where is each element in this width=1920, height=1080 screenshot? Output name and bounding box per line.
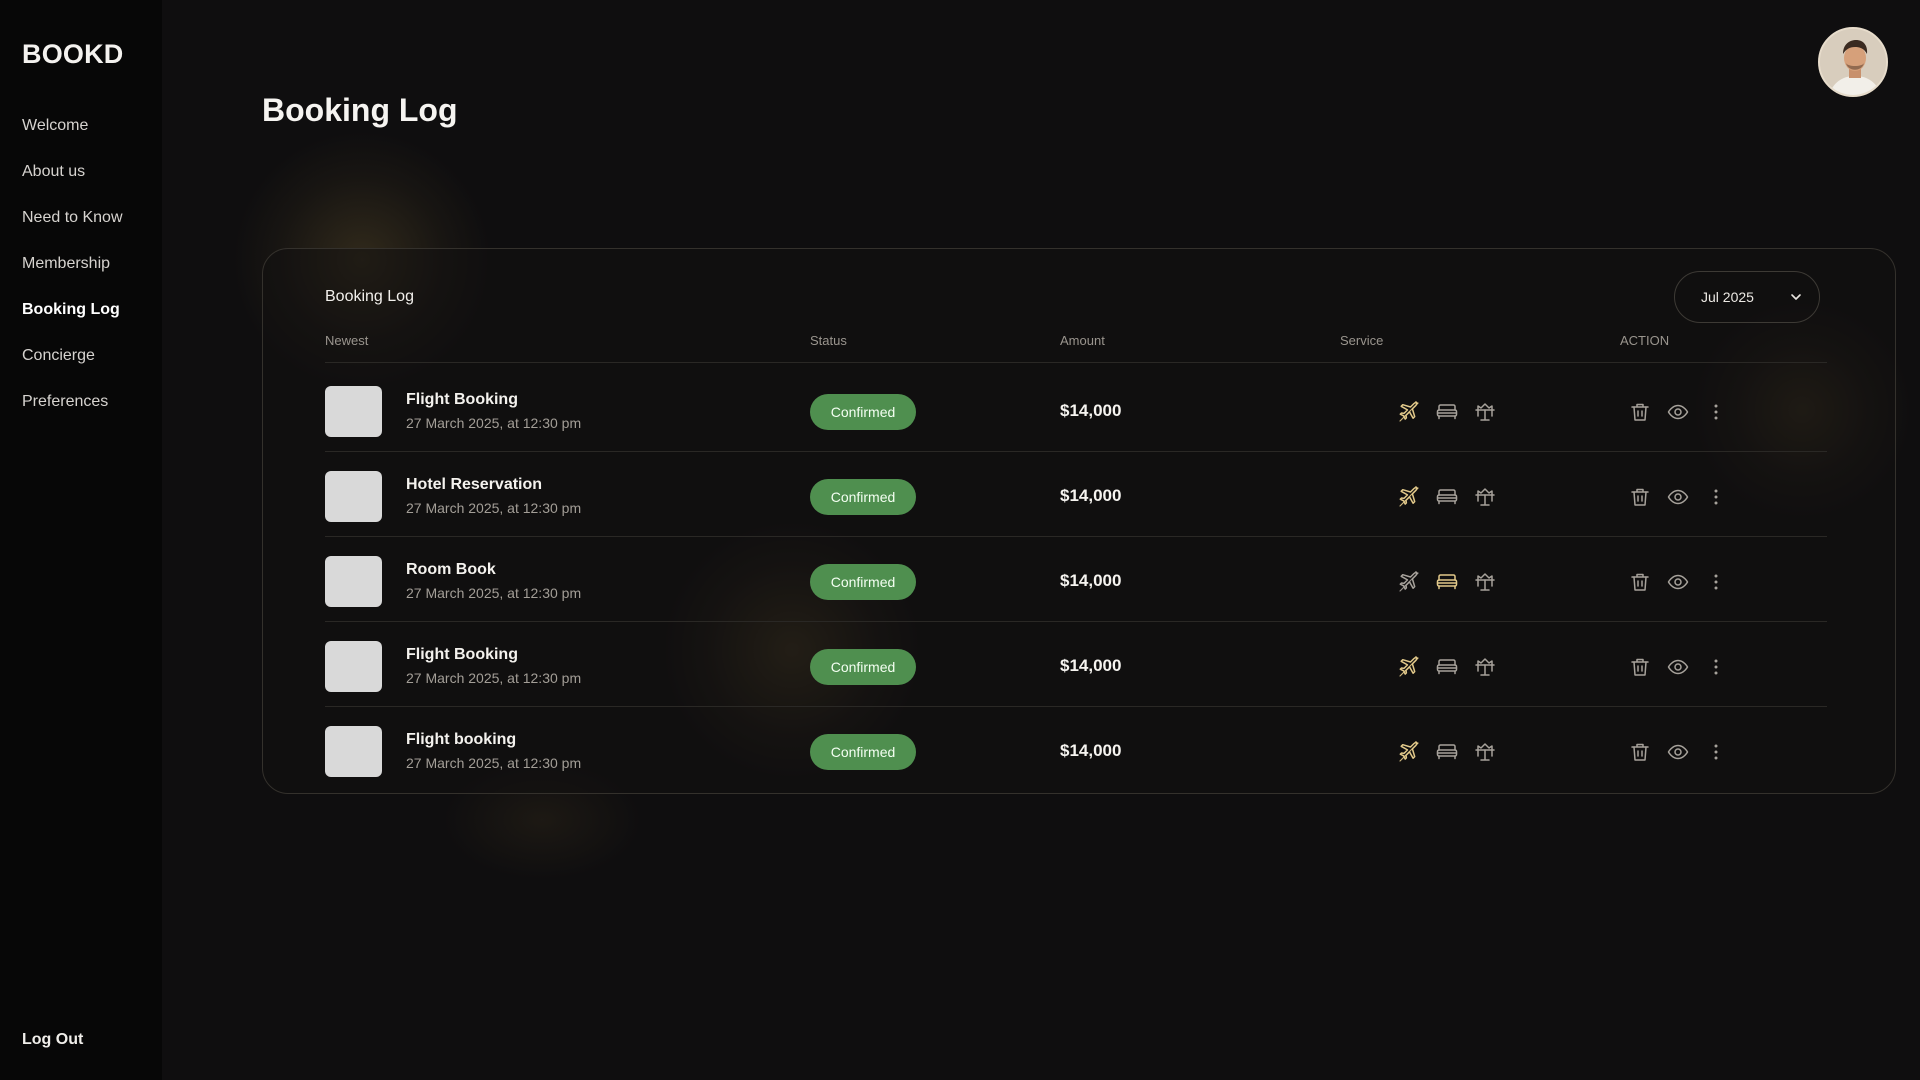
concierge-icon[interactable] — [1473, 570, 1497, 594]
eye-icon[interactable] — [1666, 655, 1690, 679]
bed-icon[interactable] — [1435, 400, 1459, 424]
booking-title: Flight Booking — [406, 391, 518, 408]
booking-thumbnail — [325, 556, 382, 607]
eye-icon[interactable] — [1666, 740, 1690, 764]
booking-date: 27 March 2025, at 12:30 pm — [406, 500, 582, 516]
status-badge: Confirmed — [810, 564, 916, 600]
user-avatar[interactable] — [1818, 27, 1888, 97]
booking-date: 27 March 2025, at 12:30 pm — [406, 670, 582, 686]
booking-title: Hotel Reservation — [406, 476, 543, 493]
status-badge: Confirmed — [810, 649, 916, 685]
eye-icon[interactable] — [1666, 570, 1690, 594]
booking-amount: $14,000 — [1060, 741, 1122, 760]
trash-icon[interactable] — [1628, 400, 1652, 424]
column-header-service: Service — [1340, 333, 1384, 348]
nav-item-booking-log[interactable]: Booking Log — [22, 298, 123, 344]
booking-thumbnail — [325, 641, 382, 692]
booking-title: Room Book — [406, 561, 496, 578]
booking-log-card: Booking Log Jul 2025 Newest Status Amoun… — [262, 248, 1896, 794]
concierge-icon[interactable] — [1473, 655, 1497, 679]
date-filter-value: Jul 2025 — [1701, 289, 1754, 305]
more-vertical-icon[interactable] — [1704, 485, 1728, 509]
nav-item-membership[interactable]: Membership — [22, 252, 123, 298]
concierge-icon[interactable] — [1473, 485, 1497, 509]
concierge-icon[interactable] — [1473, 400, 1497, 424]
service-icons — [1397, 400, 1497, 424]
nav-item-preferences[interactable]: Preferences — [22, 390, 123, 436]
trash-icon[interactable] — [1628, 740, 1652, 764]
nav-item-about-us[interactable]: About us — [22, 160, 123, 206]
column-header-status: Status — [810, 333, 847, 348]
sidebar: BOOKD Welcome About us Need to Know Memb… — [0, 0, 162, 1080]
row-actions — [1628, 485, 1728, 509]
table-row[interactable]: Flight Booking 27 March 2025, at 12:30 p… — [325, 622, 1827, 707]
bed-icon[interactable] — [1435, 740, 1459, 764]
table-row[interactable]: Flight booking 27 March 2025, at 12:30 p… — [325, 707, 1827, 792]
trash-icon[interactable] — [1628, 485, 1652, 509]
row-actions — [1628, 740, 1728, 764]
service-icons — [1397, 655, 1497, 679]
booking-thumbnail — [325, 471, 382, 522]
status-badge: Confirmed — [810, 734, 916, 770]
airplane-icon[interactable] — [1397, 485, 1421, 509]
booking-title: Flight Booking — [406, 646, 518, 663]
more-vertical-icon[interactable] — [1704, 400, 1728, 424]
service-icons — [1397, 740, 1497, 764]
bed-icon[interactable] — [1435, 570, 1459, 594]
bed-icon[interactable] — [1435, 655, 1459, 679]
concierge-icon[interactable] — [1473, 740, 1497, 764]
table-header: Newest Status Amount Service ACTION — [325, 333, 1827, 363]
service-icons — [1397, 485, 1497, 509]
main-content: Booking Log Booking Log Jul 2025 Newest … — [162, 0, 1920, 1080]
brand-logo[interactable]: BOOKD — [22, 39, 124, 70]
table-row[interactable]: Room Book 27 March 2025, at 12:30 pm Con… — [325, 537, 1827, 622]
airplane-icon[interactable] — [1397, 655, 1421, 679]
booking-date: 27 March 2025, at 12:30 pm — [406, 585, 582, 601]
booking-thumbnail — [325, 386, 382, 437]
bed-icon[interactable] — [1435, 485, 1459, 509]
page-title: Booking Log — [262, 92, 458, 128]
status-badge: Confirmed — [810, 394, 916, 430]
service-icons — [1397, 570, 1497, 594]
column-header-action: ACTION — [1620, 333, 1670, 348]
status-badge: Confirmed — [810, 479, 916, 515]
booking-amount: $14,000 — [1060, 401, 1122, 420]
more-vertical-icon[interactable] — [1704, 655, 1728, 679]
booking-thumbnail — [325, 726, 382, 777]
column-header-amount: Amount — [1060, 333, 1105, 348]
logout-button[interactable]: Log Out — [22, 1031, 83, 1049]
booking-date: 27 March 2025, at 12:30 pm — [406, 755, 582, 771]
table-row[interactable]: Flight Booking 27 March 2025, at 12:30 p… — [325, 367, 1827, 452]
sidebar-nav: Welcome About us Need to Know Membership… — [22, 114, 123, 436]
airplane-icon[interactable] — [1397, 740, 1421, 764]
airplane-icon[interactable] — [1397, 400, 1421, 424]
eye-icon[interactable] — [1666, 485, 1690, 509]
trash-icon[interactable] — [1628, 655, 1652, 679]
booking-amount: $14,000 — [1060, 656, 1122, 675]
booking-amount: $14,000 — [1060, 571, 1122, 590]
trash-icon[interactable] — [1628, 570, 1652, 594]
more-vertical-icon[interactable] — [1704, 570, 1728, 594]
booking-title: Flight booking — [406, 731, 517, 748]
row-actions — [1628, 655, 1728, 679]
row-actions — [1628, 570, 1728, 594]
nav-item-concierge[interactable]: Concierge — [22, 344, 123, 390]
row-actions — [1628, 400, 1728, 424]
airplane-icon[interactable] — [1397, 570, 1421, 594]
nav-item-welcome[interactable]: Welcome — [22, 114, 123, 160]
table-row[interactable]: Hotel Reservation 27 March 2025, at 12:3… — [325, 452, 1827, 537]
date-filter-select[interactable]: Jul 2025 — [1674, 271, 1820, 323]
nav-item-need-to-know[interactable]: Need to Know — [22, 206, 123, 252]
eye-icon[interactable] — [1666, 400, 1690, 424]
more-vertical-icon[interactable] — [1704, 740, 1728, 764]
chevron-down-icon — [1791, 294, 1801, 300]
booking-date: 27 March 2025, at 12:30 pm — [406, 415, 582, 431]
card-title: Booking Log — [325, 288, 414, 305]
column-header-newest[interactable]: Newest — [325, 333, 368, 348]
booking-amount: $14,000 — [1060, 486, 1122, 505]
